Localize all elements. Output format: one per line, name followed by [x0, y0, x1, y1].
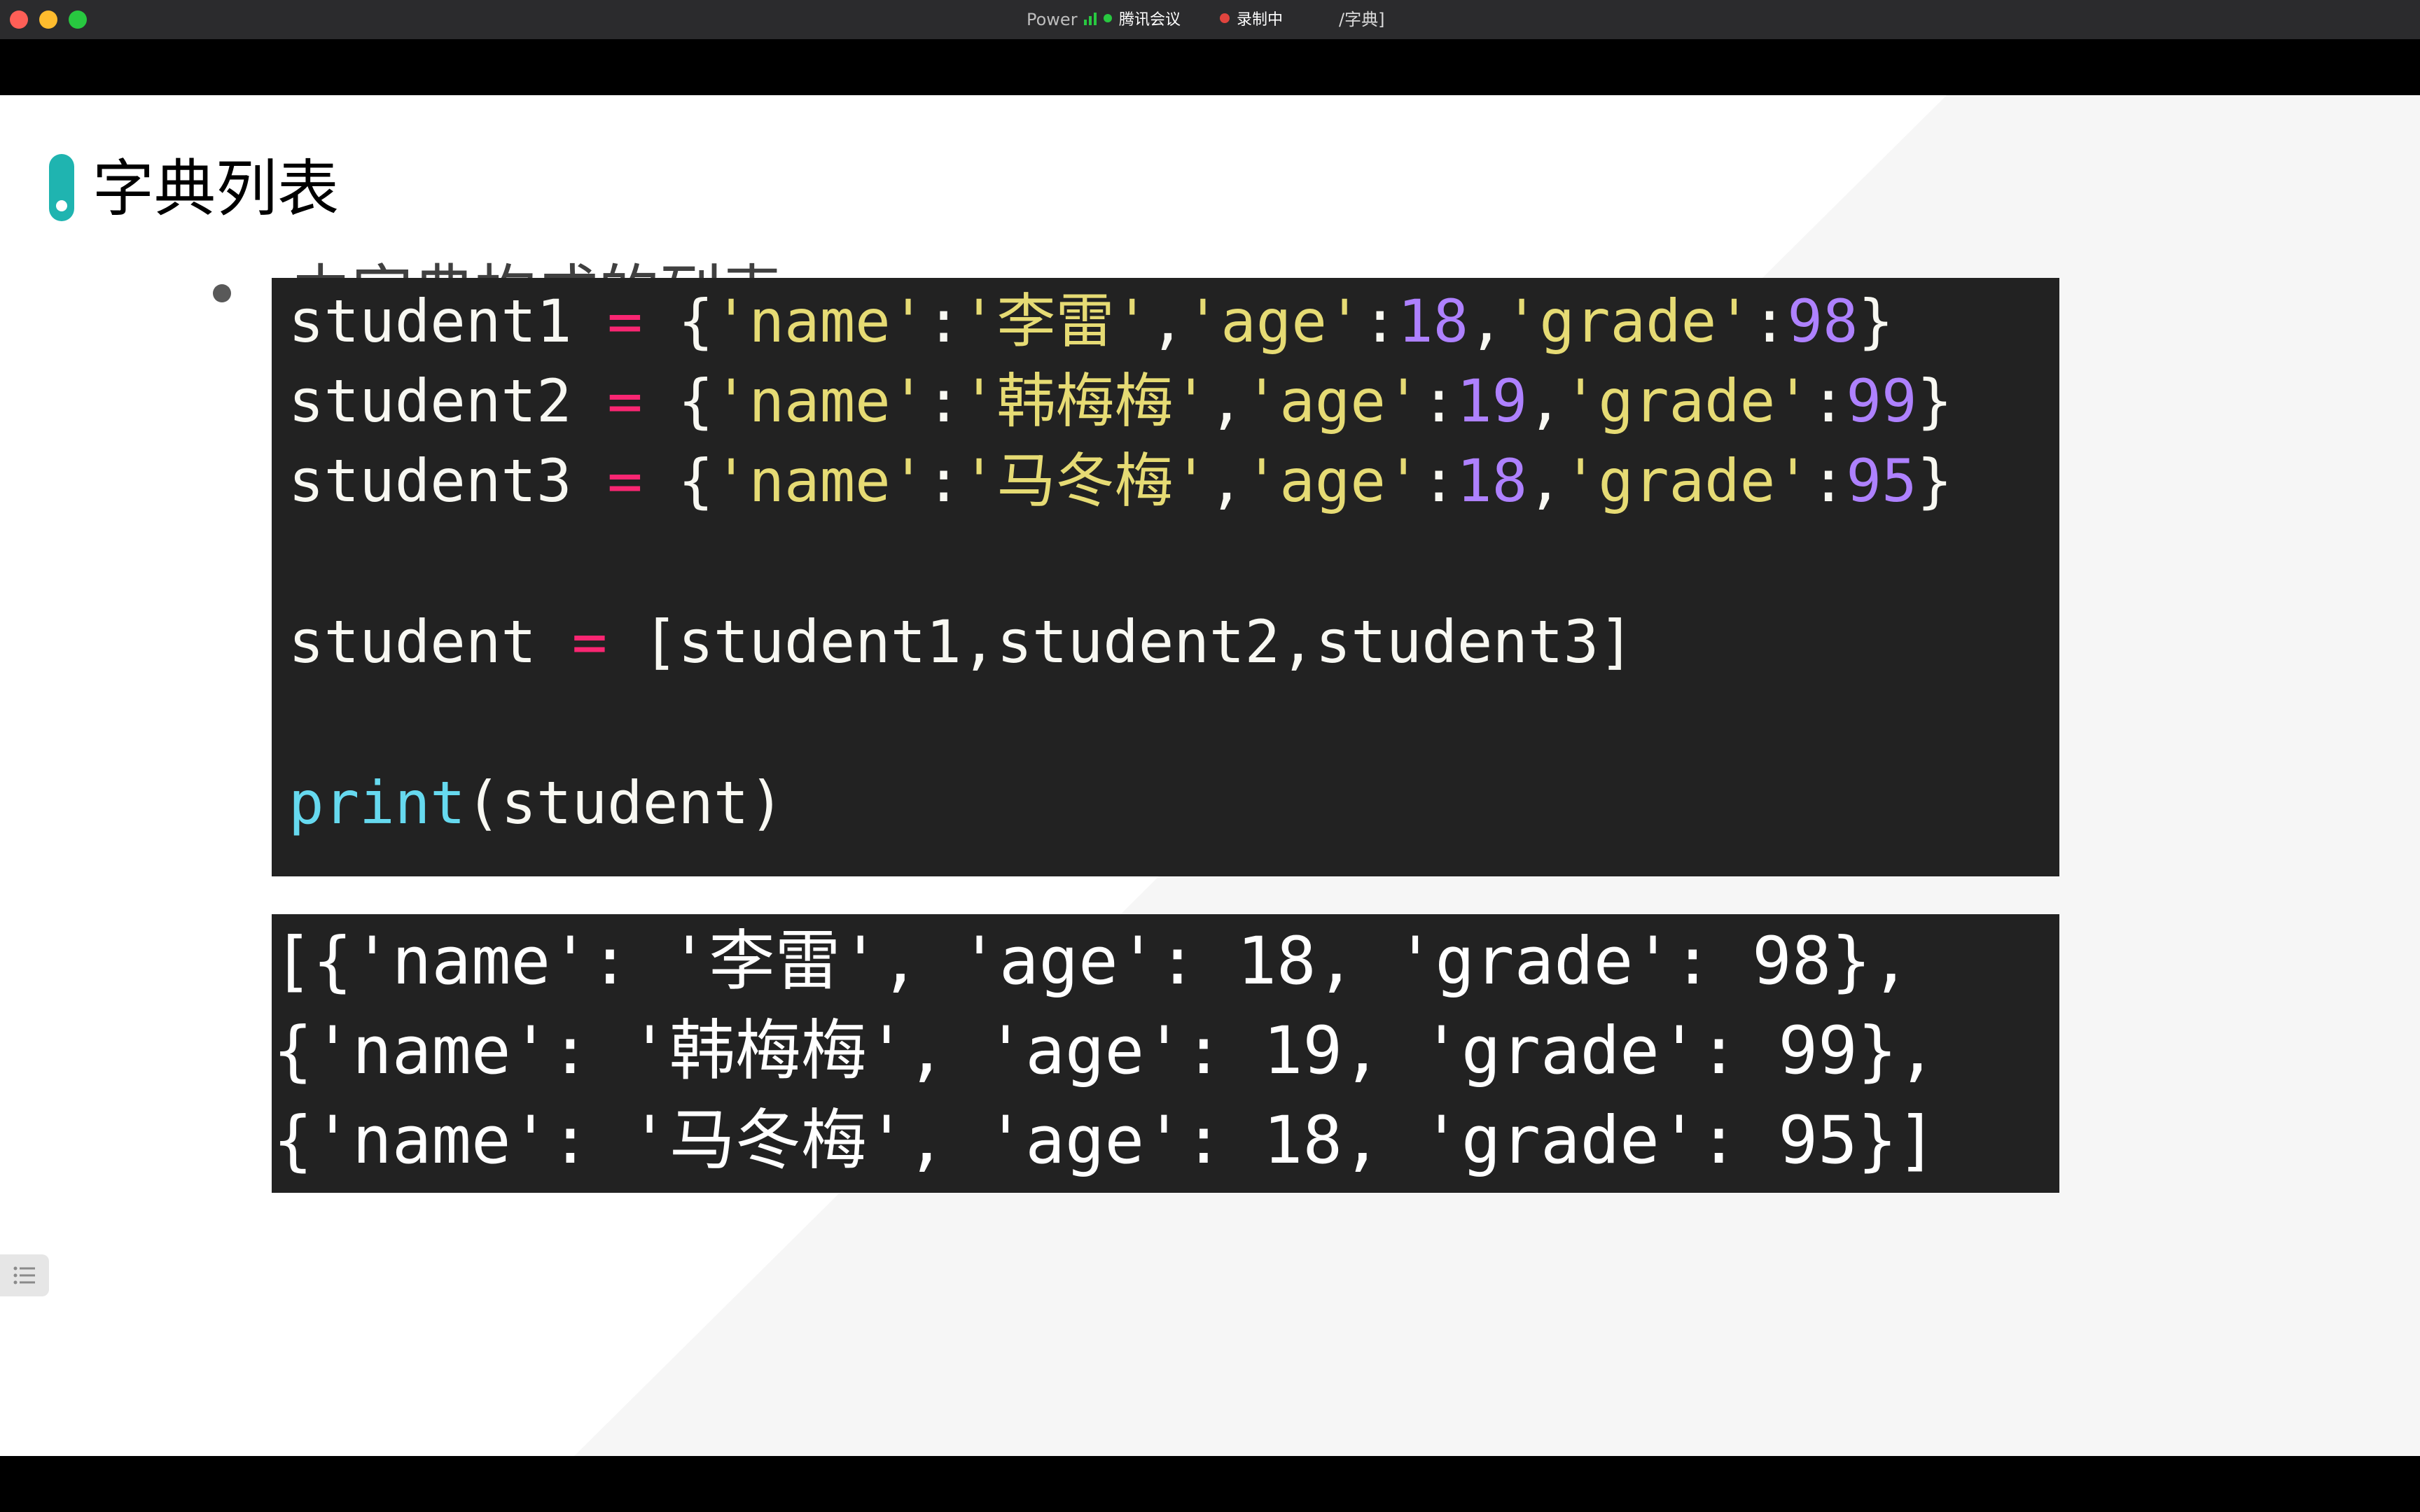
title-marker-dot	[56, 200, 67, 211]
recording-icon	[1220, 13, 1230, 23]
code-number: 19	[1456, 367, 1528, 435]
code-punctuation: }	[1917, 447, 1953, 515]
output-line: [{'name': '李雷', 'age': 18, 'grade': 98},	[273, 923, 1911, 1000]
meeting-app-label: 腾讯会议	[1119, 11, 1181, 29]
code-punctuation: :	[1362, 287, 1398, 356]
code-punctuation: ,	[1209, 447, 1244, 515]
code-string: 'grade'	[1562, 447, 1811, 515]
code-block: student1 = {'name':'李雷','age':18,'grade'…	[272, 278, 2059, 876]
letterbox-bottom	[0, 1456, 2420, 1512]
code-operator: =	[607, 287, 643, 356]
code-punctuation: }	[1917, 367, 1953, 435]
code-number: 95	[1846, 447, 1917, 515]
code-function: print	[288, 769, 466, 837]
code-variable: student1	[288, 287, 572, 356]
code-call-args: (student)	[465, 769, 785, 837]
code-string: 'age'	[1244, 447, 1421, 515]
signal-icon	[1084, 11, 1097, 25]
recording-label: 录制中	[1237, 11, 1284, 29]
document-name: /字典]	[1339, 10, 1385, 29]
code-line: student = [student1,student2,student3]	[288, 604, 1634, 680]
code-line: student2 = {'name':'韩梅梅','age':19,'grade…	[288, 363, 1952, 439]
code-punctuation: :	[926, 447, 961, 515]
code-number: 18	[1398, 287, 1469, 356]
code-punctuation: ,	[1468, 287, 1504, 356]
code-punctuation: :	[1421, 367, 1457, 435]
code-punctuation: :	[1421, 447, 1457, 515]
code-punctuation: :	[926, 287, 961, 356]
output-line: {'name': '马冬梅', 'age': 18, 'grade': 95}]	[273, 1102, 1937, 1179]
code-punctuation: {	[678, 367, 714, 435]
code-operator: =	[607, 447, 643, 515]
code-string: '韩梅梅'	[961, 367, 1209, 435]
code-string: '马冬梅'	[961, 447, 1209, 515]
code-punctuation: :	[1810, 367, 1847, 435]
code-punctuation: :	[1751, 287, 1788, 356]
close-window-button[interactable]	[10, 10, 28, 29]
side-panel-toggle[interactable]	[0, 1254, 49, 1296]
code-line: student1 = {'name':'李雷','age':18,'grade'…	[288, 284, 1893, 359]
code-variable: student3	[288, 447, 572, 515]
code-punctuation: ,	[1209, 367, 1244, 435]
code-string: 'age'	[1185, 287, 1363, 356]
slide-title: 字典列表	[92, 153, 340, 225]
meeting-status-icon	[1104, 14, 1112, 22]
code-operator: =	[607, 367, 643, 435]
code-variable: student2	[288, 367, 572, 435]
window-title: Power	[1027, 10, 1078, 29]
meeting-overlay[interactable]: 腾讯会议 录制中	[1084, 4, 1283, 32]
code-punctuation: ,	[1150, 287, 1185, 356]
code-punctuation: :	[926, 367, 961, 435]
letterbox-top	[0, 39, 2420, 95]
code-string: 'grade'	[1562, 367, 1811, 435]
code-number: 98	[1787, 287, 1858, 356]
code-variable: student	[288, 608, 537, 676]
code-line: print(student)	[288, 765, 784, 841]
screen: Power 腾讯会议 录制中 /字典] 字典列表 由字典构成的列表。 stude…	[0, 0, 2420, 1512]
window-titlebar: Power 腾讯会议 录制中 /字典]	[0, 0, 2420, 40]
code-string: 'grade'	[1503, 287, 1752, 356]
code-string: 'age'	[1244, 367, 1421, 435]
code-punctuation: {	[678, 287, 714, 356]
code-punctuation: {	[678, 447, 714, 515]
code-punctuation: ,	[1527, 447, 1563, 515]
code-line: student3 = {'name':'马冬梅','age':18,'grade…	[288, 443, 1952, 519]
code-string: 'name'	[713, 367, 926, 435]
code-number: 99	[1846, 367, 1917, 435]
code-punctuation: }	[1858, 287, 1894, 356]
list-icon	[13, 1266, 35, 1284]
code-string: '李雷'	[961, 287, 1150, 356]
code-punctuation: :	[1810, 447, 1847, 515]
output-line: {'name': '韩梅梅', 'age': 19, 'grade': 99},	[273, 1013, 1937, 1089]
code-number: 18	[1456, 447, 1528, 515]
code-string: 'name'	[713, 447, 926, 515]
bullet-icon	[213, 284, 231, 302]
maximize-window-button[interactable]	[69, 10, 87, 29]
code-operator: =	[571, 608, 608, 676]
output-block: [{'name': '李雷', 'age': 18, 'grade': 98},…	[272, 914, 2059, 1193]
code-string: 'name'	[713, 287, 926, 356]
code-list-literal: [student1,student2,student3]	[642, 608, 1634, 676]
minimize-window-button[interactable]	[39, 10, 57, 29]
code-punctuation: ,	[1527, 367, 1563, 435]
